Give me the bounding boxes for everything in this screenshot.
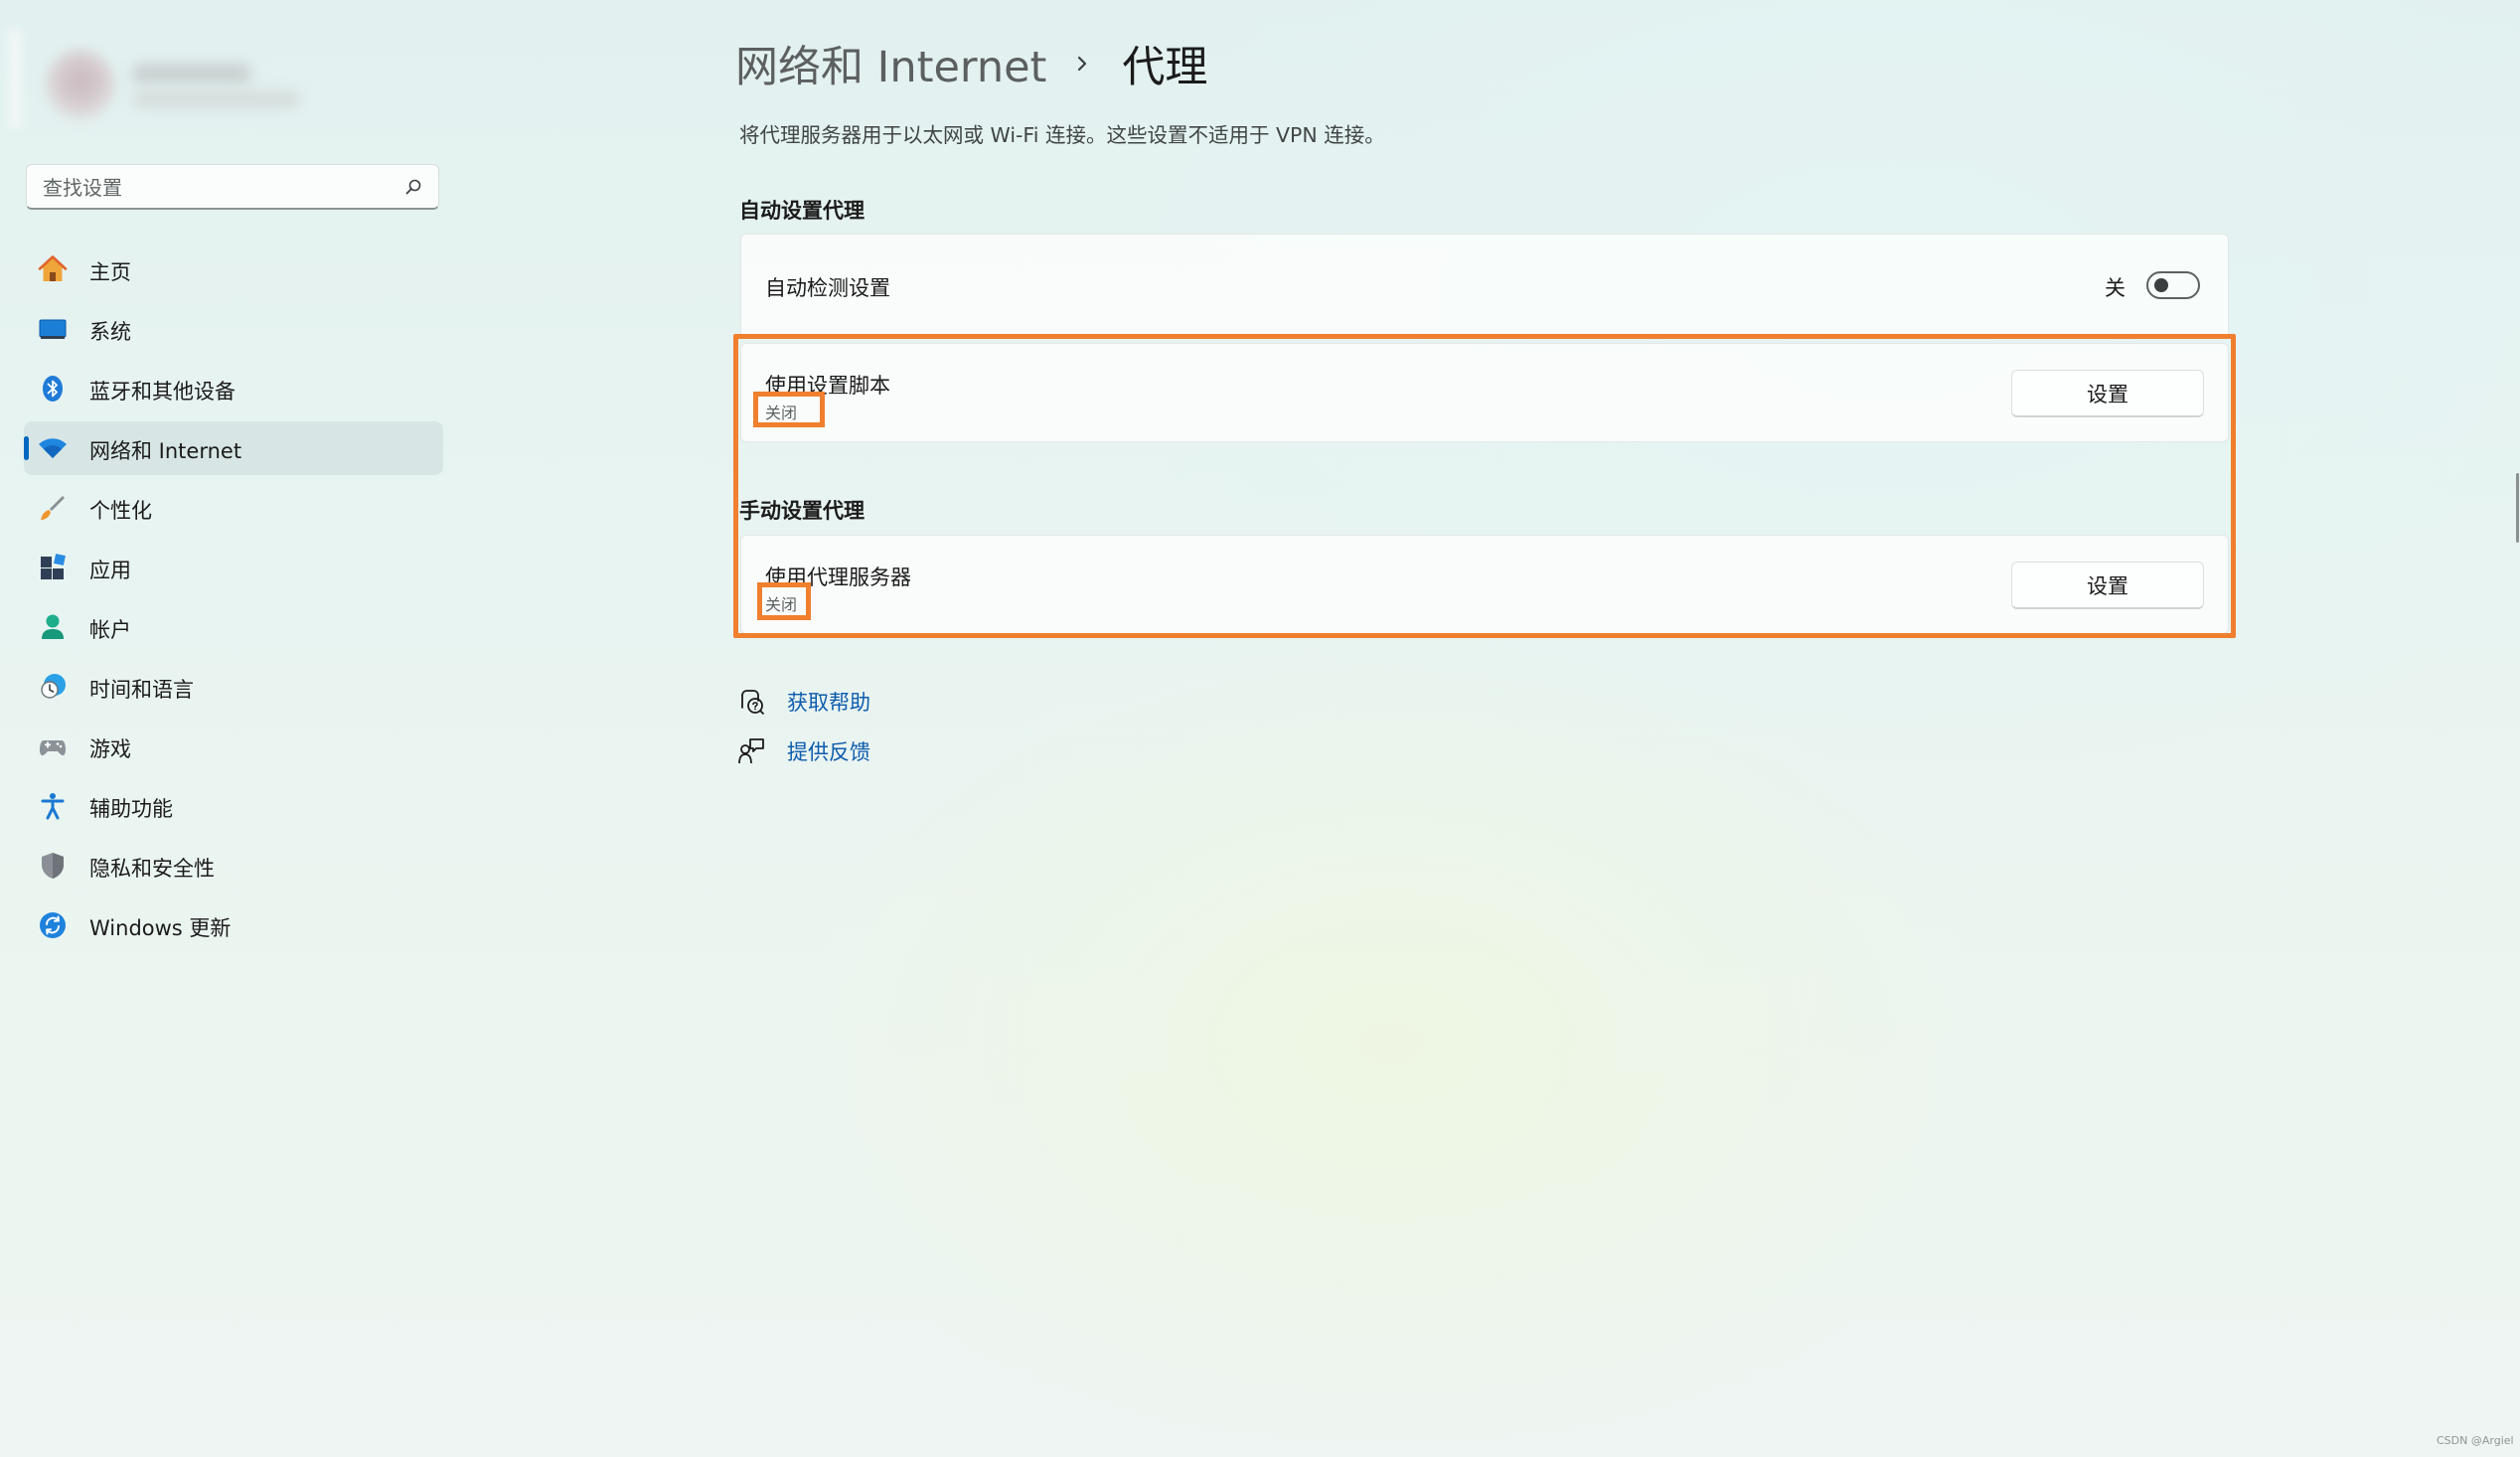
search-icon[interactable] <box>404 178 422 196</box>
home-icon <box>38 255 68 281</box>
section-title-manual: 手动设置代理 <box>739 499 865 523</box>
proxy-server-card: 使用代理服务器 关闭 设置 <box>740 535 2229 634</box>
user-name-blurred <box>132 64 251 83</box>
time-language-icon <box>41 674 66 699</box>
sidebar-item-gaming[interactable]: 游戏 <box>24 720 443 773</box>
account-icon <box>42 614 64 639</box>
breadcrumb-parent-link[interactable]: 网络和 Internet <box>735 33 1046 94</box>
sidebar-item-privacy[interactable]: 隐私和安全性 <box>24 839 443 892</box>
bluetooth-icon <box>43 376 63 402</box>
auto-detect-card: 自动检测设置 关 <box>740 234 2229 339</box>
proxy-setup-button[interactable]: 设置 <box>2011 562 2204 609</box>
search-input[interactable] <box>41 165 383 211</box>
sidebar-nav: 主页 系统 蓝牙和其他设备 网络和 Internet 个性化 应用 帐户 时间和… <box>24 243 443 958</box>
sidebar-item-windows-update[interactable]: Windows 更新 <box>24 898 443 952</box>
sidebar-item-label: 隐私和安全性 <box>89 857 215 881</box>
scrollbar-thumb[interactable] <box>2516 473 2519 543</box>
toggle-state-label: 关 <box>2105 276 2126 300</box>
auto-detect-label: 自动检测设置 <box>765 276 890 300</box>
selection-indicator <box>24 436 29 460</box>
sidebar-item-label: 时间和语言 <box>89 678 194 702</box>
sidebar-item-label: 网络和 Internet <box>89 439 242 463</box>
sidebar-item-home[interactable]: 主页 <box>24 243 443 296</box>
sidebar-item-personalization[interactable]: 个性化 <box>24 481 443 535</box>
sidebar-item-label: 蓝牙和其他设备 <box>89 380 236 404</box>
avatar <box>46 50 115 119</box>
give-feedback-label[interactable]: 提供反馈 <box>787 736 870 766</box>
setup-script-card: 使用设置脚本 关闭 设置 <box>740 343 2229 442</box>
setup-script-button[interactable]: 设置 <box>2011 370 2204 417</box>
give-feedback-link[interactable]: 提供反馈 <box>737 736 870 766</box>
gamepad-icon <box>40 740 66 756</box>
sidebar-item-time-language[interactable]: 时间和语言 <box>24 660 443 714</box>
proxy-server-status: 关闭 <box>765 595 798 614</box>
toggle-knob <box>2154 278 2168 292</box>
sidebar-item-label: 应用 <box>89 559 131 582</box>
watermark: CSDN @Argiel <box>2437 1434 2514 1447</box>
setup-script-label: 使用设置脚本 <box>765 374 890 398</box>
sidebar-item-network[interactable]: 网络和 Internet <box>24 421 443 475</box>
shield-icon <box>42 853 64 879</box>
help-icon <box>741 690 764 715</box>
auto-detect-toggle[interactable] <box>2146 271 2200 299</box>
sidebar-item-system[interactable]: 系统 <box>24 302 443 356</box>
wifi-icon <box>39 438 67 458</box>
get-help-link[interactable]: 获取帮助 <box>737 687 870 717</box>
sidebar-item-apps[interactable]: 应用 <box>24 541 443 594</box>
breadcrumb: 网络和 Internet 代理 <box>735 34 1207 93</box>
user-profile[interactable] <box>8 30 306 129</box>
feedback-icon <box>738 738 764 764</box>
sidebar-item-accessibility[interactable]: 辅助功能 <box>24 779 443 833</box>
system-display-icon <box>39 319 67 339</box>
search-box[interactable] <box>26 164 439 211</box>
sidebar-item-label: 主页 <box>89 260 131 284</box>
apps-icon <box>41 554 66 579</box>
page-description: 将代理服务器用于以太网或 Wi-Fi 连接。这些设置不适用于 VPN 连接。 <box>739 123 1385 147</box>
setup-script-status: 关闭 <box>765 404 798 422</box>
sidebar-item-accounts[interactable]: 帐户 <box>24 600 443 654</box>
sidebar-item-bluetooth[interactable]: 蓝牙和其他设备 <box>24 362 443 415</box>
windows-update-icon <box>40 912 66 938</box>
sidebar-item-label: 游戏 <box>89 737 131 761</box>
sidebar-item-label: 辅助功能 <box>89 797 173 821</box>
section-title-auto: 自动设置代理 <box>739 199 865 223</box>
get-help-label[interactable]: 获取帮助 <box>787 687 870 717</box>
chevron-right-icon <box>1078 56 1087 72</box>
page-title: 代理 <box>1122 43 1208 92</box>
sidebar-item-label: 个性化 <box>89 499 152 523</box>
sidebar-item-label: 帐户 <box>89 618 131 642</box>
accessibility-icon <box>41 793 65 820</box>
proxy-server-label: 使用代理服务器 <box>765 566 911 589</box>
paintbrush-icon <box>41 496 65 520</box>
sidebar-item-label: Windows 更新 <box>89 916 232 940</box>
user-email-blurred <box>132 91 301 107</box>
sidebar-item-label: 系统 <box>89 320 131 344</box>
